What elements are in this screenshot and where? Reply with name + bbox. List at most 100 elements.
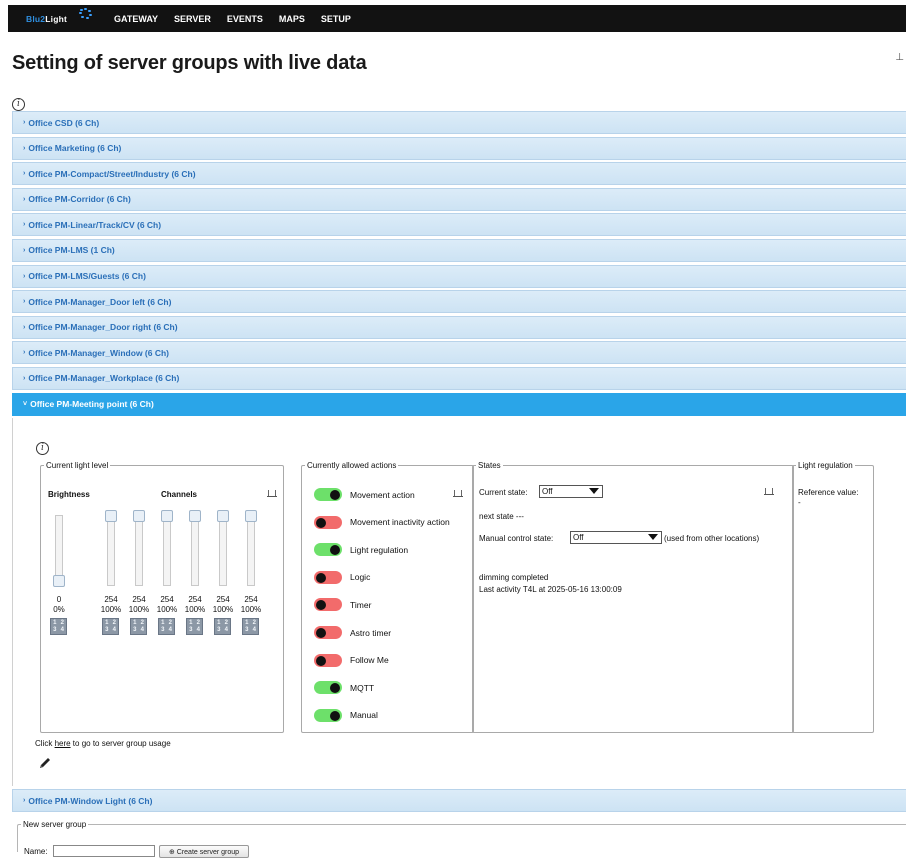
channel-scene-button[interactable]: 1234 [102,618,119,635]
nav-maps[interactable]: MAPS [279,14,305,24]
channel-scene-button[interactable]: 1234 [186,618,203,635]
server-group-list-after: › Office PM-Window Light (6 Ch) [12,789,906,815]
scene-digit: 4 [224,627,228,634]
scene-digit: 3 [189,627,193,634]
action-toggle[interactable] [314,570,342,584]
scene-digit: 1 [161,619,165,626]
manual-control-value: Off [573,533,584,542]
server-group-row[interactable]: › Office PM-Manager_Window (6 Ch) [12,341,906,365]
scene-digit: 4 [168,627,172,634]
action-row: Timer [314,598,371,612]
channel-scene-button[interactable]: 1234 [242,618,259,635]
scene-digit: 2 [196,619,200,626]
action-toggle[interactable] [314,488,342,501]
chevron-right-icon: › [23,349,26,357]
chevron-right-icon: › [23,195,26,203]
action-toggle[interactable] [314,626,342,639]
scene-digit: 3 [217,627,221,634]
scene-digit: 3 [53,627,57,634]
group-info-button[interactable]: i [36,437,49,455]
server-group-usage-link[interactable]: here [55,739,71,748]
server-group-row[interactable]: › Office PM-Corridor (6 Ch) [12,187,906,211]
channel-value: 254 [132,595,146,604]
slider-handle[interactable] [189,510,201,522]
channel-scene-button[interactable]: 1234 [214,618,231,635]
channel-percent: 100% [156,605,178,614]
channel-scene-button[interactable]: 1234 [130,618,147,635]
server-group-row[interactable]: › Office CSD (6 Ch) [12,111,906,134]
nav-gateway[interactable]: GATEWAY [114,14,158,24]
server-group-row[interactable]: › Office PM-Manager_Workplace (6 Ch) [12,366,906,390]
action-label: Manual [350,710,378,721]
nav-server[interactable]: SERVER [174,14,211,24]
server-group-row-active[interactable]: ˅ Office PM-Meeting point (6 Ch) [12,392,906,416]
states-box: States Current state: Off next state ---… [472,461,794,733]
name-input[interactable] [53,845,155,857]
light-level-legend: Current light level [46,461,109,470]
channel-scene-button[interactable]: 1234 [50,618,67,635]
action-label: Light regulation [350,544,409,555]
current-state-label: Current state: [479,488,528,497]
allowed-actions-legend: Currently allowed actions [307,461,397,470]
scene-digit: 2 [224,619,228,626]
server-group-row[interactable]: › Office Marketing (6 Ch) [12,136,906,160]
brightness-label: Brightness [48,490,90,499]
slider-handle[interactable] [161,510,173,522]
toggle-knob [330,683,340,694]
toggle-knob [330,710,340,721]
slider-handle[interactable] [217,510,229,522]
server-group-row[interactable]: › Office PM-Manager_Door right (6 Ch) [12,315,906,339]
server-group-row[interactable]: › Office PM-LMS/Guests (6 Ch) [12,264,906,288]
server-group-row[interactable]: › Office PM-Compact/Street/Industry (6 Ch… [12,162,906,186]
reference-value-label: Reference value: [798,488,859,497]
action-toggle[interactable] [314,543,342,557]
pencil-icon[interactable] [38,756,52,775]
manual-control-select[interactable]: Off [570,531,662,544]
server-group-row[interactable]: › Office PM-Linear/Track/CV (6 Ch) [12,213,906,237]
scene-digit: 1 [245,619,249,626]
action-label: Movement inactivity action [350,517,450,528]
toggle-knob [316,517,326,528]
channel-value: 254 [216,595,230,604]
chevron-down-icon: ˅ [23,400,28,408]
new-server-group-legend: New server group [23,820,87,829]
book-icon[interactable] [267,490,277,497]
logo[interactable]: Blu2Light [26,7,98,24]
book-icon[interactable] [453,490,463,497]
server-group-row[interactable]: › Office PM-LMS (1 Ch) [12,238,906,262]
server-group-row[interactable]: › Office PM-Window Light (6 Ch) [12,789,906,812]
server-group-row[interactable]: › Office PM-Manager_Door left (6 Ch) [12,290,906,314]
action-toggle[interactable] [314,708,342,722]
dimming-status: dimming completed [479,573,549,582]
channel-percent: 100% [212,605,234,614]
chevron-right-icon: › [23,323,26,331]
scene-digit: 2 [112,619,116,626]
server-group-label: Office PM-Manager_Door right (6 Ch) [28,322,178,333]
current-state-value: Off [542,487,553,496]
toggle-knob [316,600,326,611]
nav-events[interactable]: EVENTS [227,14,263,24]
manual-control-label: Manual control state: [479,534,554,543]
logo-text: Blu2Light [26,13,68,24]
nav-setup[interactable]: SETUP [321,14,351,24]
action-toggle[interactable] [314,653,342,667]
channel-percent: 100% [128,605,150,614]
slider-handle[interactable] [133,510,145,522]
action-toggle[interactable] [314,515,342,529]
scene-digit: 1 [53,619,57,626]
book-icon[interactable] [764,488,774,495]
channel-value: 254 [160,595,174,604]
server-group-label: Office PM-Meeting point (6 Ch) [30,399,154,410]
slider-handle[interactable] [245,510,257,522]
action-toggle[interactable] [314,598,342,612]
slider-handle[interactable] [105,510,117,522]
action-row: Manual [314,708,378,722]
server-group-label: Office PM-Manager_Workplace (6 Ch) [28,373,180,384]
slider-handle[interactable] [53,575,65,587]
action-toggle[interactable] [314,681,342,695]
scene-digit: 1 [133,619,137,626]
page-info-button[interactable]: i [12,93,25,111]
channel-scene-button[interactable]: 1234 [158,618,175,635]
current-state-select[interactable]: Off [539,485,603,498]
page-options-icon[interactable]: ⊥ [895,52,904,63]
